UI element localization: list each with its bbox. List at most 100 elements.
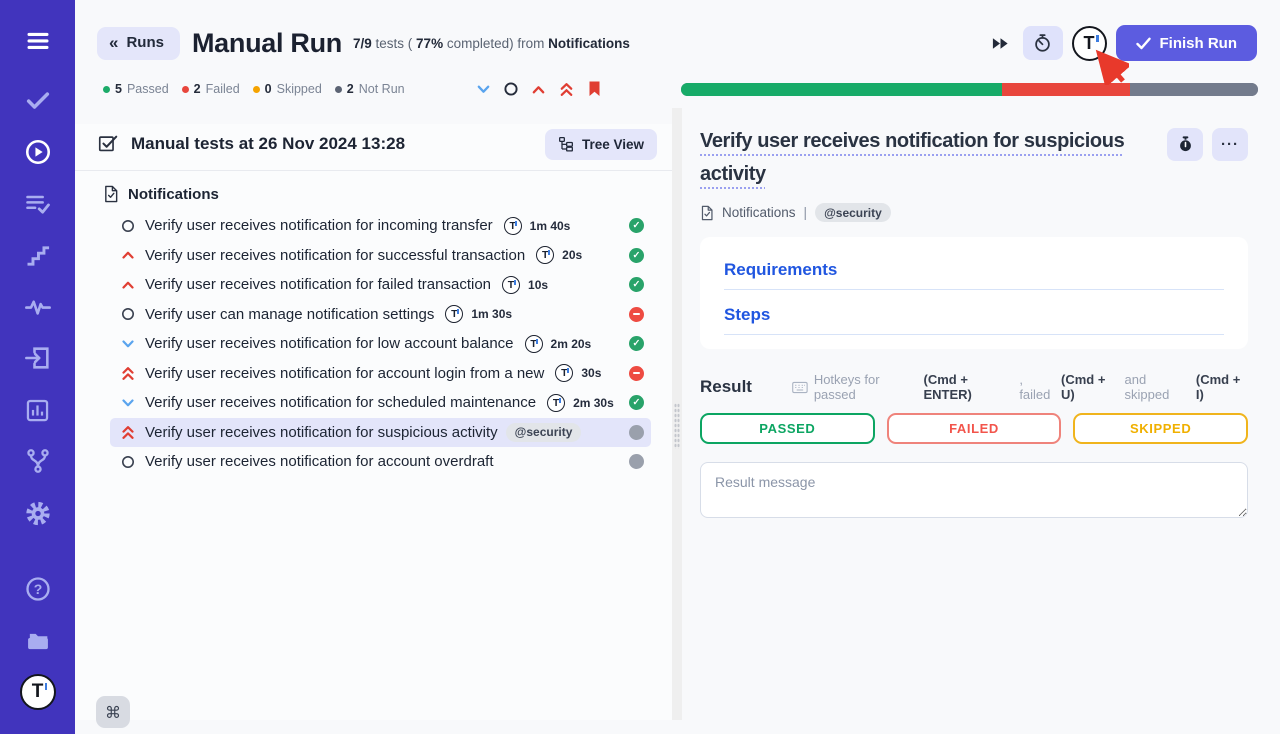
suite-file-icon bbox=[103, 185, 119, 203]
suite-folder-label: Notifications bbox=[128, 186, 219, 203]
test-title: Verify user receives notification for sc… bbox=[145, 394, 536, 411]
settings-gear-icon[interactable] bbox=[24, 499, 52, 527]
fast-forward-icon[interactable] bbox=[991, 35, 1010, 52]
progress-failed-segment bbox=[1002, 83, 1131, 96]
testomat-badge-icon: T bbox=[525, 335, 543, 353]
sidebar-item-steps[interactable] bbox=[24, 242, 52, 270]
source-suite: Notifications bbox=[548, 36, 630, 51]
mark-failed-button[interactable]: FAILED bbox=[887, 413, 1062, 444]
keyboard-icon bbox=[792, 381, 808, 394]
status-passed-badge bbox=[629, 336, 644, 351]
sidebar-item-tests[interactable] bbox=[24, 86, 52, 114]
priority-low-icon bbox=[120, 337, 136, 351]
testomat-badge-icon: T bbox=[536, 246, 554, 264]
drag-handle-icon[interactable] bbox=[674, 403, 680, 449]
finish-run-button[interactable]: Finish Run bbox=[1116, 25, 1258, 61]
testomat-logo[interactable]: T bbox=[20, 674, 56, 710]
back-to-runs-button[interactable]: « Runs bbox=[97, 27, 180, 60]
priority-highest-icon bbox=[120, 424, 136, 441]
test-row-selected[interactable]: Verify user receives notification for su… bbox=[110, 418, 651, 448]
security-tag[interactable]: @security bbox=[815, 203, 891, 222]
account-logo[interactable]: T bbox=[1072, 26, 1107, 61]
check-icon bbox=[1136, 37, 1151, 50]
test-row[interactable]: Verify user receives notification for su… bbox=[110, 241, 651, 271]
sidebar-item-branches[interactable] bbox=[24, 447, 52, 475]
sidebar-item-runs[interactable] bbox=[24, 138, 52, 166]
priority-filter-bar bbox=[475, 80, 603, 98]
more-options-button[interactable]: ··· bbox=[1212, 128, 1248, 161]
projects-folder-icon[interactable] bbox=[24, 627, 52, 655]
test-detail-title[interactable]: Verify user receives notification for su… bbox=[700, 125, 1172, 191]
test-title: Verify user receives notification for su… bbox=[145, 247, 525, 264]
run-list-title: Manual tests at 26 Nov 2024 13:28 bbox=[131, 134, 405, 154]
failed-dot-icon bbox=[182, 86, 189, 93]
menu-icon[interactable] bbox=[24, 27, 52, 55]
page-title: Manual Run bbox=[192, 28, 342, 59]
test-timer-button[interactable] bbox=[1167, 128, 1203, 161]
filter-priority-low-icon[interactable] bbox=[475, 82, 492, 97]
filter-bookmark-icon[interactable] bbox=[586, 80, 603, 98]
test-row[interactable]: Verify user receives notification for ac… bbox=[110, 447, 651, 477]
back-to-runs-label: Runs bbox=[126, 34, 164, 51]
test-duration: 20s bbox=[562, 248, 582, 262]
svg-text:?: ? bbox=[33, 581, 42, 597]
divider bbox=[75, 170, 672, 171]
mark-passed-button[interactable]: PASSED bbox=[700, 413, 875, 444]
status-failed-badge bbox=[629, 307, 644, 322]
test-duration: 2m 20s bbox=[551, 337, 592, 351]
sidebar-item-test-plans[interactable] bbox=[24, 190, 52, 218]
priority-normal-icon bbox=[120, 218, 136, 234]
testomat-badge-icon: T bbox=[504, 217, 522, 235]
test-row[interactable]: Verify user receives notification for lo… bbox=[110, 329, 651, 359]
result-heading: Result bbox=[700, 377, 752, 397]
filter-priority-high-icon[interactable] bbox=[530, 82, 547, 97]
test-row[interactable]: Verify user receives notification for ac… bbox=[110, 359, 651, 389]
filter-priority-normal-icon[interactable] bbox=[503, 81, 519, 97]
app-sidebar: ? T bbox=[0, 0, 75, 734]
section-steps[interactable]: Steps bbox=[724, 305, 1224, 335]
suite-folder-row[interactable]: Notifications bbox=[75, 179, 672, 209]
sidebar-item-analytics[interactable] bbox=[24, 396, 52, 424]
run-header: « Runs Manual Run 7/9 tests ( 77% comple… bbox=[75, 0, 1280, 64]
priority-normal-icon bbox=[120, 454, 136, 470]
test-row[interactable]: Verify user can manage notification sett… bbox=[110, 300, 651, 330]
verdict-buttons: PASSED FAILED SKIPPED bbox=[700, 413, 1248, 444]
priority-low-icon bbox=[120, 396, 136, 410]
run-progress-bar bbox=[681, 83, 1258, 96]
breadcrumb-folder[interactable]: Notifications bbox=[722, 205, 796, 220]
result-message-input[interactable] bbox=[700, 462, 1248, 518]
filter-priority-highest-icon[interactable] bbox=[558, 81, 575, 98]
sidebar-item-pulse[interactable] bbox=[24, 293, 52, 321]
hotkeys-command-button[interactable]: ⌘ bbox=[96, 696, 130, 728]
test-title: Verify user receives notification for ac… bbox=[145, 453, 494, 470]
passed-dot-icon bbox=[103, 86, 110, 93]
notrun-dot-icon bbox=[335, 86, 342, 93]
legend-skipped: 0Skipped bbox=[253, 82, 322, 96]
skipped-dot-icon bbox=[253, 86, 260, 93]
test-title: Verify user can manage notification sett… bbox=[145, 306, 434, 323]
hotkeys-hint: Hotkeys for passed(Cmd + ENTER), failed(… bbox=[792, 372, 1248, 402]
mark-skipped-button[interactable]: SKIPPED bbox=[1073, 413, 1248, 444]
command-icon: ⌘ bbox=[105, 705, 121, 722]
tree-view-button[interactable]: Tree View bbox=[545, 129, 657, 160]
testomat-badge-icon: T bbox=[445, 305, 463, 323]
stopwatch-filled-icon bbox=[1176, 134, 1195, 155]
test-row[interactable]: Verify user receives notification for fa… bbox=[110, 270, 651, 300]
chevrons-left-icon: « bbox=[109, 33, 118, 53]
test-title: Verify user receives notification for in… bbox=[145, 217, 493, 234]
finish-run-label: Finish Run bbox=[1160, 35, 1238, 52]
testomat-badge-icon: T bbox=[547, 394, 565, 412]
section-requirements[interactable]: Requirements bbox=[724, 260, 1224, 290]
test-duration: 2m 30s bbox=[573, 396, 614, 410]
priority-high-icon bbox=[120, 278, 136, 292]
test-row[interactable]: Verify user receives notification for in… bbox=[110, 211, 651, 241]
test-duration: 10s bbox=[528, 278, 548, 292]
help-icon[interactable]: ? bbox=[24, 575, 52, 603]
progress-passed-segment bbox=[681, 83, 1002, 96]
timer-button[interactable] bbox=[1023, 26, 1063, 60]
sidebar-item-import[interactable] bbox=[24, 344, 52, 372]
status-notrun-badge bbox=[629, 454, 644, 469]
ellipsis-icon: ··· bbox=[1221, 140, 1239, 150]
test-row[interactable]: Verify user receives notification for sc… bbox=[110, 388, 651, 418]
panel-resize-divider[interactable] bbox=[672, 108, 682, 720]
